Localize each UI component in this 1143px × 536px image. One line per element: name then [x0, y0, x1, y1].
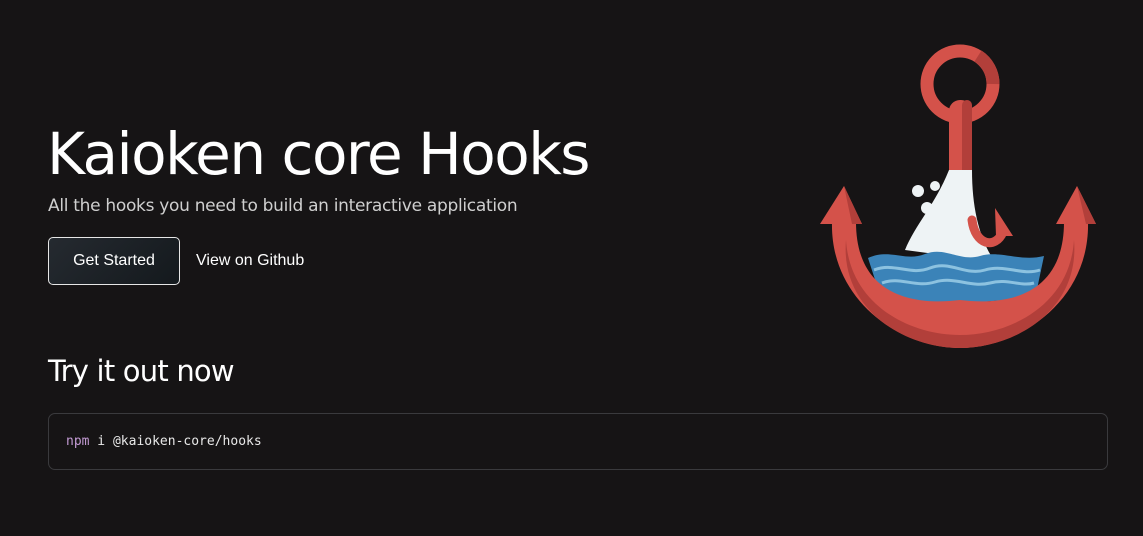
try-it-out-heading: Try it out now	[48, 354, 235, 388]
landing-page: Kaioken core Hooks All the hooks you nee…	[0, 0, 1143, 536]
page-title: Kaioken core Hooks	[47, 120, 591, 188]
page-subtitle: All the hooks you need to build an inter…	[48, 196, 518, 216]
view-on-github-link[interactable]: View on Github	[196, 237, 304, 285]
code-command: npm	[66, 434, 90, 449]
install-code-block[interactable]: npm i @kaioken-core/hooks	[48, 413, 1108, 470]
get-started-button[interactable]: Get Started	[48, 237, 180, 285]
anchor-icon	[820, 44, 1096, 348]
code-arguments: i @kaioken-core/hooks	[89, 434, 262, 449]
